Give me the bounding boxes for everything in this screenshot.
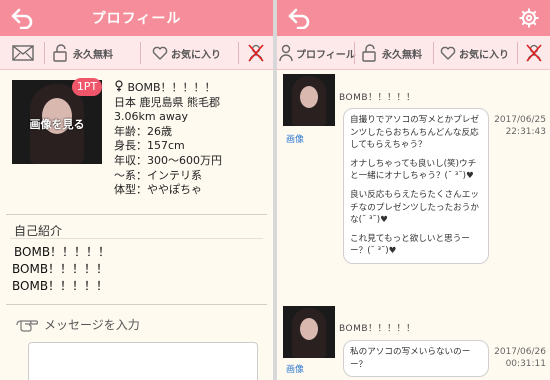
- message-date: 2017/06/25: [494, 115, 546, 125]
- block-user-button[interactable]: [247, 36, 265, 70]
- profile-body: 体型：ややぽちゃ: [114, 183, 202, 197]
- sender-avatar[interactable]: [283, 306, 335, 358]
- profile-name: BOMB！！！！！: [127, 81, 216, 94]
- message-text: 自撮りでアソコの写メとかプレゼンツしたらおちんちんどんな反応してもらえちゃう？: [350, 115, 479, 151]
- message-date: 2017/06/26: [494, 347, 546, 357]
- message-bubble: 私のアソコの写メいらないのーー？: [343, 340, 489, 378]
- message-time: 00:31:11: [505, 359, 546, 369]
- point-badge: 1PT: [72, 78, 102, 96]
- intro-line: BOMB！！！！！: [12, 262, 109, 276]
- message-text: 良い反応もらえたらたくさんエッチなのプレゼンツしたったおうかな(˘ ³˘)♥: [350, 189, 479, 226]
- chat-toolbar: プロフィール 永久無料 お気に入り: [277, 36, 550, 70]
- profile-toolbar: 永久無料 お気に入り: [0, 36, 273, 70]
- profile-header: プロフィール: [0, 0, 273, 36]
- favorite-label: お気に入り: [171, 49, 221, 61]
- profile-height: 身長：157cm: [114, 139, 185, 153]
- sender-name: BOMB！！！！！: [339, 324, 416, 334]
- message-text: 私のアソコの写メいらないのーー？: [350, 347, 471, 370]
- image-link[interactable]: 画像: [286, 132, 304, 145]
- favorite-button[interactable]: お気に入り: [440, 36, 509, 70]
- envelope-icon: [12, 45, 34, 61]
- unlock-icon: [362, 44, 376, 62]
- message-text: これ見てもっと欲しいと思うーー？(˘ ³˘)♥: [350, 233, 470, 257]
- favorite-label: お気に入り: [459, 49, 509, 61]
- back-arrow-icon[interactable]: [287, 7, 311, 29]
- heart-icon: [440, 46, 456, 60]
- female-symbol-icon: [115, 80, 123, 92]
- intro-text: BOMB！！！！！ BOMB！！！！！ BOMB！！！！！: [12, 244, 110, 295]
- divider: [6, 304, 267, 305]
- person-icon: [279, 44, 293, 62]
- pointing-hand-icon: [16, 320, 38, 332]
- view-image-label: 画像を見る: [29, 118, 85, 131]
- message-text: オナしちゃっても良いし(笑)ウチと一緒にオナしちゃう？(˘ ³˘)♥: [350, 158, 477, 182]
- image-link[interactable]: 画像: [286, 362, 304, 375]
- message-time: 22:31:43: [505, 127, 546, 137]
- free-forever-button[interactable]: 永久無料: [52, 36, 113, 70]
- sender-avatar[interactable]: [283, 74, 335, 126]
- profile-type: ～系：インテリ系: [114, 168, 202, 182]
- intro-line: BOMB！！！！！: [12, 279, 109, 293]
- message-input[interactable]: [28, 342, 258, 380]
- unlock-icon: [53, 44, 67, 62]
- profile-location: 日本 鹿児島県 熊毛郡: [114, 95, 220, 109]
- heart-icon: [152, 46, 168, 60]
- profile-button[interactable]: プロフィール: [279, 36, 356, 70]
- sender-name: BOMB！！！！！: [339, 93, 416, 103]
- profile-info: BOMB！！！！！ 日本 鹿児島県 熊毛郡 3.06km away 年齢：26歳…: [114, 80, 222, 198]
- profile-name-row: BOMB！！！！！: [114, 80, 222, 96]
- divider: [10, 238, 263, 239]
- free-forever-label: 永久無料: [382, 49, 422, 61]
- profile-distance: 3.06km away: [114, 110, 189, 124]
- chat-screen: プロフィール 永久無料 お気に入り BOMB！！！！！ 画像 自撮りでアソコの写…: [277, 0, 550, 380]
- block-user-button[interactable]: [525, 36, 543, 70]
- profile-screen: プロフィール 永久無料 お気に入り 画像を見る 1PT BOMB！！！！！ 日本…: [0, 0, 273, 380]
- favorite-button[interactable]: お気に入り: [152, 36, 221, 70]
- profile-button-label: プロフィール: [296, 49, 356, 61]
- block-user-icon: [248, 44, 264, 62]
- profile-income: 年収：300～600万円: [114, 153, 222, 167]
- message-input-label: メッセージを入力: [44, 317, 140, 332]
- message-bubble: 自撮りでアソコの写メとかプレゼンツしたらおちんちんどんな反応してもらえちゃう？ …: [343, 108, 489, 264]
- page-title: プロフィール: [91, 11, 182, 27]
- profile-age: 年齢：26歳: [114, 124, 172, 138]
- intro-line: BOMB！！！！！: [14, 245, 111, 259]
- block-user-icon: [526, 44, 542, 62]
- divider: [6, 214, 267, 215]
- gear-icon[interactable]: [518, 7, 540, 29]
- chat-header: [277, 0, 550, 36]
- free-forever-button[interactable]: 永久無料: [361, 36, 422, 70]
- message-input-label-row: メッセージを入力: [16, 312, 140, 336]
- message-timestamp: 2017/06/26 00:31:11: [494, 346, 546, 370]
- free-forever-label: 永久無料: [73, 49, 113, 61]
- message-timestamp: 2017/06/25 22:31:43: [494, 114, 546, 138]
- mail-button[interactable]: [12, 36, 34, 70]
- intro-title: 自己紹介: [14, 224, 63, 238]
